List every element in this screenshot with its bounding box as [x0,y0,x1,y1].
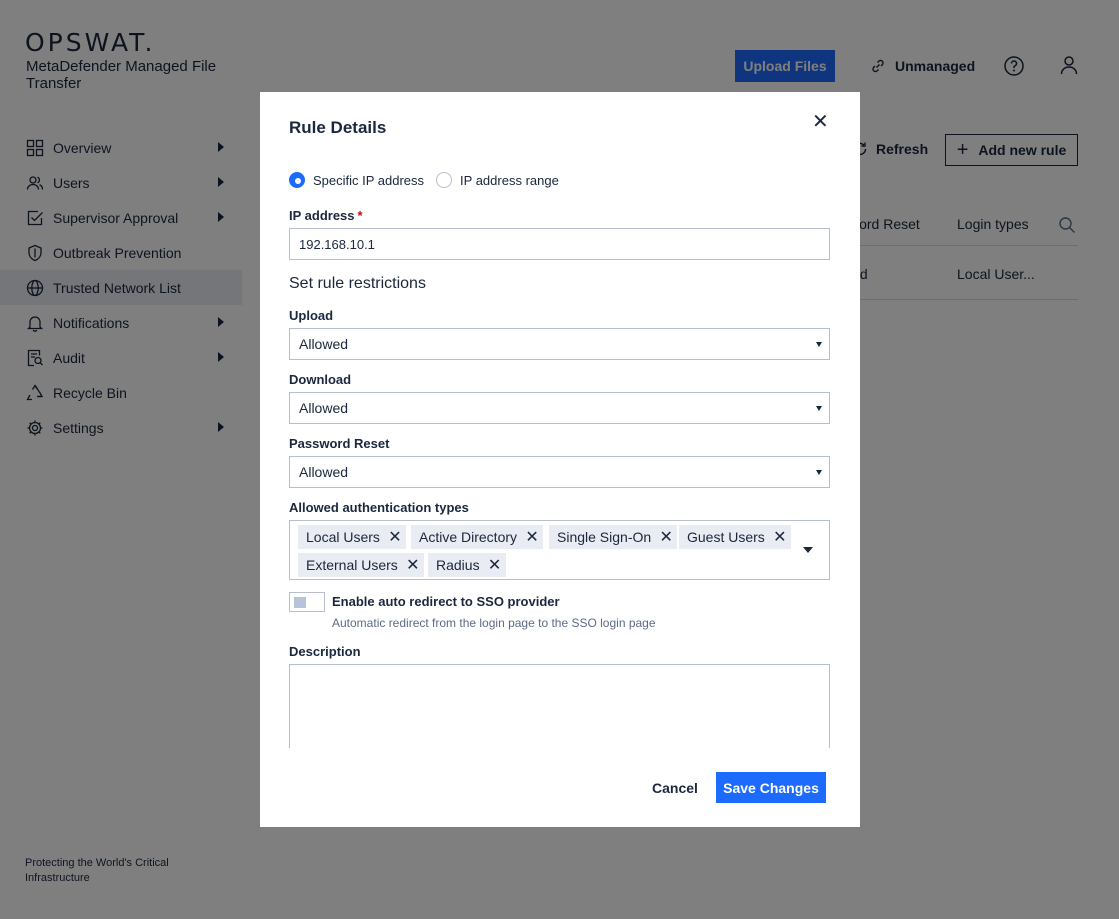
radio-ip-range[interactable] [436,172,453,188]
upload-select[interactable]: Allowed [289,328,830,360]
password-reset-select[interactable]: Allowed [289,456,830,488]
remove-tag-icon[interactable]: ✕ [655,525,677,549]
ip-type-radio-group: Specific IP address IP address range [289,172,571,188]
upload-label: Upload [289,308,334,323]
caret-down-icon[interactable] [803,547,813,553]
save-changes-button[interactable]: Save Changes [716,772,826,803]
remove-tag-icon[interactable]: ✕ [521,525,543,549]
chevron-down-icon [816,342,822,347]
description-label: Description [289,644,361,659]
close-icon[interactable]: ✕ [812,112,829,132]
auth-tag-label: Single Sign-On [557,529,652,545]
auth-tag-label: External Users [306,557,398,573]
upload-select-value: Allowed [299,336,349,352]
cancel-button[interactable]: Cancel [644,772,706,803]
radio-ip-range-label[interactable]: IP address range [460,173,559,188]
auth-tag: Guest Users ✕ [679,525,791,549]
modal-title: Rule Details [289,118,387,137]
remove-tag-icon[interactable]: ✕ [769,525,791,549]
auth-tag-label: Radius [436,557,480,573]
download-label: Download [289,372,352,387]
auth-tag: Radius ✕ [428,553,506,577]
required-mark: * [357,208,363,223]
auth-tag-label: Active Directory [419,529,518,545]
auth-tag: Local Users ✕ [298,525,406,549]
auth-tag: Single Sign-On ✕ [549,525,678,549]
ip-address-label-text: IP address [289,208,355,223]
auth-types-multiselect[interactable]: Local Users ✕ Active Directory ✕ Single … [289,520,830,580]
remove-tag-icon[interactable]: ✕ [484,553,506,577]
rule-restrictions-heading: Set rule restrictions [289,275,426,292]
ip-address-input[interactable]: 192.168.10.1 [289,228,830,260]
chevron-down-icon [816,406,822,411]
auth-types-label: Allowed authentication types [289,500,469,515]
rule-details-modal: Rule Details ✕ Specific IP address IP ad… [260,92,860,827]
download-select[interactable]: Allowed [289,392,830,424]
password-reset-label: Password Reset [289,436,390,451]
auth-tag: External Users ✕ [298,553,424,577]
ip-address-value: 192.168.10.1 [299,236,375,252]
auth-tag-label: Guest Users [687,529,765,545]
radio-specific-ip[interactable] [289,172,305,188]
toggle-knob [294,597,306,608]
password-reset-select-value: Allowed [299,464,349,480]
remove-tag-icon[interactable]: ✕ [384,525,406,549]
radio-specific-ip-label[interactable]: Specific IP address [313,173,424,188]
auth-tag-label: Local Users [306,529,380,545]
sso-redirect-toggle[interactable] [289,592,325,612]
sso-redirect-description: Automatic redirect from the login page t… [332,616,656,630]
sso-redirect-label: Enable auto redirect to SSO provider [332,594,560,609]
chevron-down-icon [816,470,822,475]
ip-address-label: IP address * [289,208,363,223]
auth-tag: Active Directory ✕ [411,525,544,549]
description-textarea[interactable] [289,664,830,748]
remove-tag-icon[interactable]: ✕ [402,553,424,577]
download-select-value: Allowed [299,400,349,416]
